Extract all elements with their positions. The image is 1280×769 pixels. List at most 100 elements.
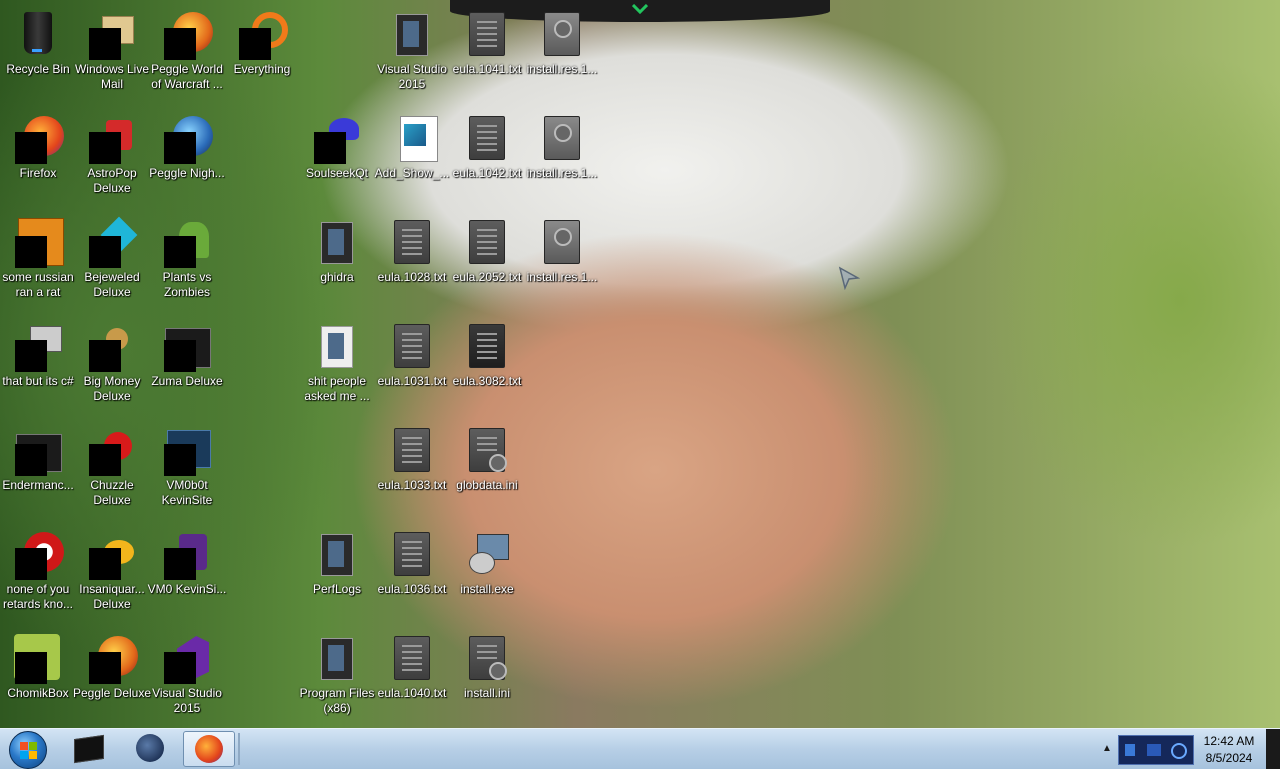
desktop-icon-soulseekqt[interactable]: SoulseekQt	[299, 108, 375, 206]
console-window-icon	[14, 426, 62, 476]
icon-label: eula.3082.txt	[452, 374, 522, 388]
desktop-icon-ghidra[interactable]: ghidra	[299, 212, 375, 310]
desktop-icon-vm0b0t-kevinsite[interactable]: VM0b0t KevinSite	[149, 420, 225, 518]
icon-label: Peggle World of Warcraft ...	[151, 62, 223, 91]
desktop-icon-firefox[interactable]: Firefox	[0, 108, 76, 206]
text-file-icon	[463, 218, 511, 266]
desktop-icon-eula-1033[interactable]: eula.1033.txt	[374, 420, 450, 518]
desktop-icon-eula-1031[interactable]: eula.1031.txt	[374, 316, 450, 414]
chuzzle-icon	[88, 426, 136, 476]
resource-file-icon	[538, 114, 586, 162]
icon-label: Recycle Bin	[6, 62, 70, 76]
desktop-icon-windows-live-mail[interactable]: Windows Live Mail	[74, 4, 150, 102]
icon-label: globdata.ini	[456, 478, 518, 492]
clock-date[interactable]: 8/5/2024	[1196, 751, 1262, 765]
desktop-icon-install-res-1[interactable]: install.res.1...	[524, 4, 600, 102]
icon-label: Peggle Nigh...	[149, 166, 225, 180]
desktop-icon-chuzzle-deluxe[interactable]: Chuzzle Deluxe	[74, 420, 150, 518]
show-desktop-button[interactable]	[1266, 729, 1280, 769]
resource-file-icon	[538, 218, 586, 266]
desktop-icon-install-exe[interactable]: install.exe	[449, 524, 525, 622]
icon-label: Windows Live Mail	[74, 62, 150, 91]
desktop-icon-add-show[interactable]: Add_Show_...	[374, 108, 450, 206]
desktop-icon-some-russian-ran-a-rat[interactable]: some russian ran a rat	[0, 212, 76, 310]
text-file-icon	[388, 634, 436, 682]
start-button[interactable]	[4, 730, 50, 769]
peggle-moon-icon	[163, 114, 213, 164]
desktop-icon-plants-vs-zombies[interactable]: Plants vs Zombies	[149, 212, 225, 310]
desktop-icon-chomikbox[interactable]: ChomikBox	[0, 628, 76, 726]
visual-studio-icon	[163, 634, 211, 684]
icon-label: install.res.1...	[526, 166, 598, 180]
icon-label: ChomikBox	[7, 686, 69, 700]
icon-label: Visual Studio 2015	[377, 62, 447, 91]
desktop-icon-install-res-3[interactable]: install.res.1...	[524, 212, 600, 310]
icon-label: Chuzzle Deluxe	[90, 478, 134, 507]
taskbar-firefox-button[interactable]	[183, 731, 235, 767]
desktop-icon-visual-studio-2015-folder[interactable]: Visual Studio 2015	[374, 4, 450, 102]
desktop-icon-zuma-deluxe[interactable]: Zuma Deluxe	[149, 316, 225, 414]
icon-label: some russian ran a rat	[2, 270, 74, 299]
desktop-icon-peggle-deluxe[interactable]: Peggle Deluxe	[73, 628, 151, 726]
icon-label: Firefox	[19, 166, 57, 180]
taskbar-pinned-app-2[interactable]	[124, 731, 176, 767]
windows-logo-icon	[9, 731, 47, 769]
settings-file-icon	[463, 634, 511, 682]
desktop-icon-bejeweled-deluxe[interactable]: Bejeweled Deluxe	[74, 212, 150, 310]
taskbar-pinned-app-1[interactable]	[62, 731, 114, 767]
volume-icon	[1147, 744, 1161, 756]
icon-label: eula.1036.txt	[377, 582, 447, 596]
desktop-icon-eula-3082[interactable]: eula.3082.txt	[449, 316, 525, 414]
desktop-icon-shit-people-asked-me[interactable]: shit people asked me ...	[299, 316, 375, 414]
text-file-icon	[388, 218, 436, 266]
desktop-icon-endermanc[interactable]: Endermanc...	[0, 420, 76, 518]
tray-icons-group[interactable]	[1118, 735, 1194, 765]
icon-label: eula.1040.txt	[377, 686, 447, 700]
desktop-icon-eula-1036[interactable]: eula.1036.txt	[374, 524, 450, 622]
plant-icon	[163, 218, 211, 268]
folder-icon	[313, 634, 361, 682]
text-file-icon	[388, 530, 436, 578]
desktop-icon-eula-1041[interactable]: eula.1041.txt	[449, 4, 525, 102]
desktop-icon-install-res-2[interactable]: install.res.1...	[524, 108, 600, 206]
desktop-icon-astropop-deluxe[interactable]: AstroPop Deluxe	[74, 108, 150, 206]
desktop-icon-everything[interactable]: Everything	[224, 4, 300, 102]
desktop-icon-big-money-deluxe[interactable]: Big Money Deluxe	[74, 316, 150, 414]
icon-label: none of you retards kno...	[2, 582, 74, 611]
update-icon	[1171, 743, 1187, 759]
icon-label: install.ini	[463, 686, 511, 700]
desktop-icon-recycle-bin[interactable]: Recycle Bin	[0, 4, 76, 102]
mouse-cursor-icon	[838, 266, 860, 290]
show-hidden-icons-button[interactable]: ▲	[1102, 743, 1112, 754]
chevron-down-icon[interactable]	[632, 4, 648, 14]
desktop-icon-install-ini[interactable]: install.ini	[449, 628, 525, 726]
desktop-icon-that-but-its-c[interactable]: that but its c#	[0, 316, 76, 414]
desktop-icon-insaniquarium-deluxe[interactable]: Insaniquar... Deluxe	[74, 524, 150, 622]
desktop-icon-eula-2052[interactable]: eula.2052.txt	[449, 212, 525, 310]
desktop-icon-none-of-you[interactable]: none of you retards kno...	[0, 524, 76, 622]
icon-label: PerfLogs	[312, 582, 362, 596]
desktop-icon-vm0-kevinsite[interactable]: VM0 KevinSi...	[148, 524, 226, 622]
envelope-icon	[88, 10, 136, 60]
icon-label: Add_Show_...	[374, 166, 450, 180]
icon-label: Bejeweled Deluxe	[84, 270, 140, 299]
desktop-icon-program-files-x86[interactable]: Program Files (x86)	[299, 628, 375, 726]
text-file-icon	[463, 10, 511, 58]
clock-time[interactable]: 12:42 AM	[1196, 734, 1262, 748]
desktop-icon-perflogs[interactable]: PerfLogs	[299, 524, 375, 622]
network-icon	[1125, 744, 1135, 756]
desktop[interactable]: Recycle Bin Firefox some russian ran a r…	[0, 0, 1280, 728]
vm-icon	[163, 426, 211, 476]
desktop-icon-globdata-ini[interactable]: globdata.ini	[449, 420, 525, 518]
desktop-icon-eula-1042[interactable]: eula.1042.txt	[449, 108, 525, 206]
stacked-windows-icon	[14, 322, 62, 372]
icon-label: Visual Studio 2015	[152, 686, 222, 715]
desktop-icon-eula-1040[interactable]: eula.1040.txt	[374, 628, 450, 726]
desktop-icon-visual-studio-2015[interactable]: Visual Studio 2015	[149, 628, 225, 726]
recycle-bin-icon	[14, 10, 62, 58]
icon-label: Plants vs Zombies	[162, 270, 212, 299]
desktop-icon-peggle-nights[interactable]: Peggle Nigh...	[149, 108, 225, 206]
settings-file-icon	[463, 426, 511, 474]
desktop-icon-peggle-wow[interactable]: Peggle World of Warcraft ...	[149, 4, 225, 102]
desktop-icon-eula-1028[interactable]: eula.1028.txt	[374, 212, 450, 310]
